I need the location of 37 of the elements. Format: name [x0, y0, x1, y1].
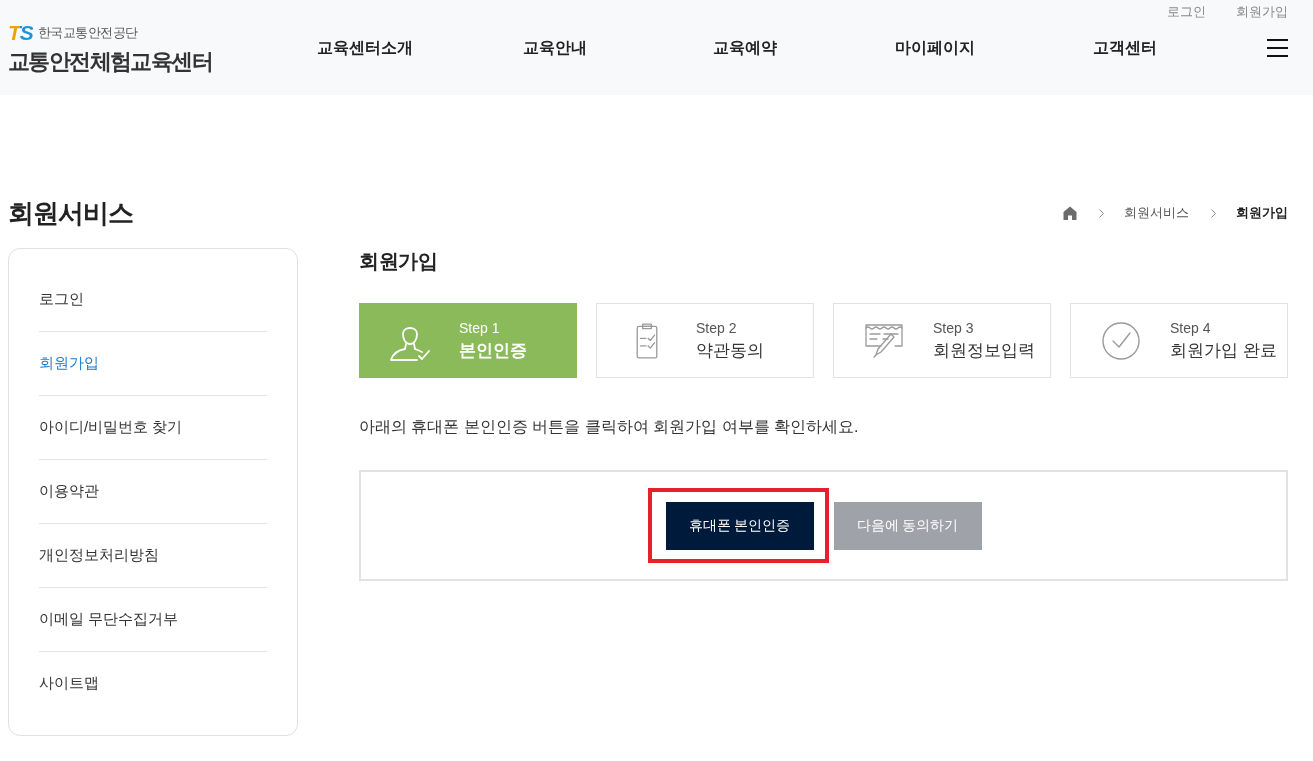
nav-link[interactable]: 교육센터소개	[270, 37, 460, 59]
home-icon[interactable]	[1063, 206, 1077, 220]
sidebar-item[interactable]: 개인정보처리방침	[39, 523, 267, 587]
sidebar-item[interactable]: 아이디/비밀번호 찾기	[39, 395, 267, 459]
organization-name: 한국교통안전공단	[37, 26, 138, 40]
step-number: Step 4	[1170, 319, 1211, 336]
menu-icon[interactable]	[1267, 39, 1288, 57]
nav-link[interactable]: 고객센터	[1030, 37, 1220, 59]
step-label: 회원가입 완료	[1170, 339, 1277, 362]
chevron-icon	[1211, 208, 1216, 218]
verify-button[interactable]: 휴대폰 본인인증	[665, 501, 814, 550]
check-circle-icon	[1102, 321, 1140, 360]
sidebar-item[interactable]: 로그인	[39, 267, 267, 331]
sidebar-item[interactable]: 사이트맵	[39, 651, 267, 715]
sidebar-item[interactable]: 회원가입	[39, 331, 267, 395]
nav-link[interactable]: 마이페이지	[840, 37, 1030, 59]
utility-link[interactable]: 로그인	[1167, 4, 1206, 20]
breadcrumb-current: 회원가입	[1236, 205, 1288, 221]
step-number: Step 3	[933, 319, 974, 336]
clipboard-icon	[636, 322, 658, 359]
instruction-text: 아래의 휴대폰 본인인증 버튼을 클릭하여 회원가입 여부를 확인하세요.	[359, 417, 859, 437]
step-label: 회원정보입력	[933, 339, 1035, 362]
site-title[interactable]: 교통안전체험교육센터	[8, 48, 212, 76]
step-label: 본인인증	[459, 339, 527, 362]
step-number: Step 2	[696, 319, 737, 336]
nav-link[interactable]: 교육예약	[650, 37, 840, 59]
chevron-icon	[1099, 208, 1104, 218]
utility-link[interactable]: 회원가입	[1236, 4, 1288, 20]
sidebar-item[interactable]: 이메일 무단수집거부	[39, 587, 267, 651]
page-title: 회원서비스	[8, 197, 133, 230]
section-heading: 회원가입	[359, 249, 437, 274]
form-pen-icon	[865, 323, 903, 358]
nav-link[interactable]: 교육안내	[460, 37, 650, 59]
sidebar-item[interactable]: 이용약관	[39, 459, 267, 523]
breadcrumb-link[interactable]: 회원서비스	[1124, 205, 1189, 221]
step-label: 약관동의	[696, 339, 764, 362]
step-number: Step 1	[459, 319, 500, 336]
